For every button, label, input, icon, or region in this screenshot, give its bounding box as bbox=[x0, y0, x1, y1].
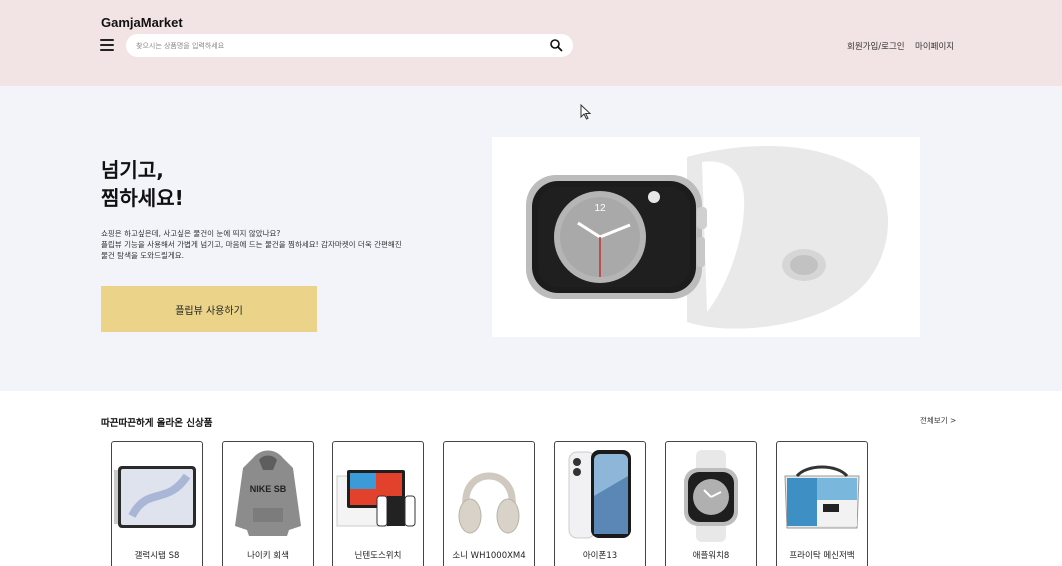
mypage-link[interactable]: 마이페이지 bbox=[915, 40, 954, 52]
product-card[interactable]: 아이폰13 bbox=[554, 441, 646, 566]
hero-banner: 넘기고, 찜하세요! 쇼핑은 하고싶은데, 사고싶은 물건이 눈에 띄지 않았나… bbox=[0, 86, 1062, 391]
search-bar bbox=[126, 34, 573, 57]
headphones-image bbox=[458, 472, 520, 534]
site-header: GamjaMarket 회원가입/로그인 마이페이지 bbox=[0, 0, 1062, 86]
tablet-image bbox=[114, 466, 196, 528]
site-logo[interactable]: GamjaMarket bbox=[101, 15, 183, 30]
svg-text:NIKE SB: NIKE SB bbox=[250, 484, 287, 494]
product-name: 아이폰13 bbox=[582, 551, 618, 561]
product-card[interactable]: NIKE SB 나이키 회색 bbox=[222, 441, 314, 566]
product-card[interactable]: 프라이탁 메신저백 bbox=[776, 441, 868, 566]
hoodie-image: NIKE SB bbox=[235, 450, 301, 536]
messenger-bag-image bbox=[784, 465, 860, 529]
hero-title-line-1: 넘기고, bbox=[101, 158, 164, 182]
product-name: 애플워치8 bbox=[692, 551, 730, 561]
hamburger-menu-icon[interactable] bbox=[100, 39, 114, 51]
signup-login-link[interactable]: 회원가입/로그인 bbox=[847, 40, 905, 52]
mouse-cursor-icon bbox=[580, 104, 592, 120]
product-card[interactable]: 갤럭시탭 S8 bbox=[111, 441, 203, 566]
search-input[interactable] bbox=[136, 34, 536, 57]
svg-text:12: 12 bbox=[594, 203, 606, 214]
product-name: 닌텐도스위치 bbox=[354, 551, 402, 561]
product-card[interactable]: 소니 WH1000XM4 bbox=[443, 441, 535, 566]
search-icon[interactable] bbox=[549, 38, 563, 52]
flipview-button[interactable]: 플립뷰 사용하기 bbox=[101, 286, 317, 332]
product-name: 소니 WH1000XM4 bbox=[452, 551, 526, 561]
hero-product-image: 12 bbox=[492, 137, 920, 337]
game-console-image bbox=[336, 470, 416, 527]
hero-title-line-2: 찜하세요! bbox=[101, 186, 184, 210]
product-name: 갤럭시탭 S8 bbox=[134, 551, 180, 561]
hero-title: 넘기고, 찜하세요! bbox=[101, 156, 184, 212]
product-card[interactable]: 애플워치8 bbox=[665, 441, 757, 566]
smartwatch-image bbox=[684, 450, 738, 542]
hero-description: 쇼핑은 하고싶은데, 사고싶은 물건이 눈에 띄지 않았나요? 플립뷰 기능을 … bbox=[101, 228, 461, 261]
hero-description-line: 물건 탐색을 도와드릴게요. bbox=[101, 251, 185, 260]
hero-description-line: 플립뷰 기능을 사용해서 가볍게 넘기고, 마음에 드는 물건을 찜하세요! 감… bbox=[101, 240, 402, 249]
product-card[interactable]: 닌텐도스위치 bbox=[332, 441, 424, 566]
product-name: 프라이탁 메신저백 bbox=[789, 551, 855, 561]
smartwatch-image: 12 bbox=[526, 145, 889, 329]
new-products-title: 따끈따끈하게 올라온 신상품 bbox=[101, 418, 213, 429]
smartphone-image bbox=[568, 450, 631, 539]
view-all-link[interactable]: 전체보기 > bbox=[920, 415, 956, 426]
product-name: 나이키 회색 bbox=[247, 551, 289, 561]
hero-description-line: 쇼핑은 하고싶은데, 사고싶은 물건이 눈에 띄지 않았나요? bbox=[101, 229, 281, 238]
